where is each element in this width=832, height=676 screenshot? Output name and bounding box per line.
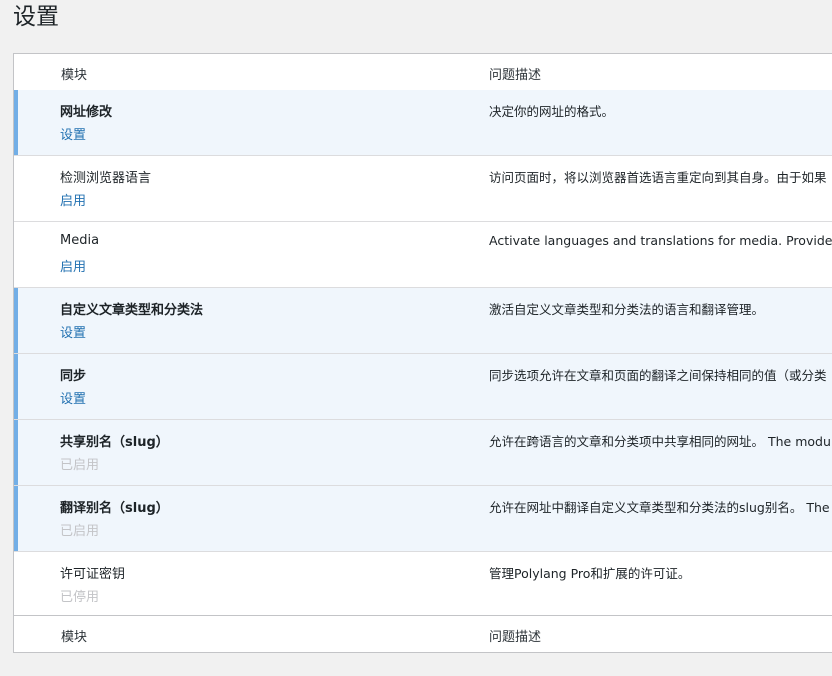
table-row: 许可证密钥 已停用 管理Polylang Pro和扩展的许可证。 xyxy=(14,552,832,618)
table-header: 模块 问题描述 xyxy=(14,54,832,91)
table-footer: 模块 问题描述 xyxy=(14,615,832,652)
table-row: Media 启用 Activate languages and translat… xyxy=(14,222,832,288)
module-name: 同步 xyxy=(60,369,87,384)
module-description: 管理Polylang Pro和扩展的许可证。 xyxy=(489,566,691,581)
module-action-link[interactable]: 启用 xyxy=(60,190,86,209)
module-action-link[interactable]: 设置 xyxy=(60,322,86,341)
module-description: 同步选项允许在文章和页面的翻译之间保持相同的值（或分类 xyxy=(489,368,827,383)
module-status-label: 已启用 xyxy=(60,524,100,539)
module-name: 网址修改 xyxy=(60,105,113,120)
module-name: 共享别名（slug） xyxy=(60,435,169,450)
module-description: Activate languages and translations for … xyxy=(489,233,832,248)
table-row: 共享别名（slug） 已启用 允许在跨语言的文章和分类项中共享相同的网址。 Th… xyxy=(14,420,832,486)
module-description: 允许在跨语言的文章和分类项中共享相同的网址。 The modu xyxy=(489,434,831,449)
column-footer-description[interactable]: 问题描述 xyxy=(489,626,541,645)
table-row: 检测浏览器语言 启用 访问页面时，将以浏览器首选语言重定向到其自身。由于如果 xyxy=(14,156,832,222)
module-status-label: 已启用 xyxy=(60,458,100,473)
module-description: 激活自定义文章类型和分类法的语言和翻译管理。 xyxy=(489,302,765,317)
column-footer-module[interactable]: 模块 xyxy=(61,626,87,645)
table-row: 翻译别名（slug） 已启用 允许在网址中翻译自定义文章类型和分类法的slug别… xyxy=(14,486,832,552)
module-name: 翻译别名（slug） xyxy=(60,501,169,516)
module-name: Media xyxy=(60,233,100,248)
module-description: 访问页面时，将以浏览器首选语言重定向到其自身。由于如果 xyxy=(489,170,827,185)
module-action-link[interactable]: 设置 xyxy=(60,124,86,143)
modules-table: 模块 问题描述 网址修改 设置 决定你的网址的格式。 检测浏览器语言 启用 访问… xyxy=(13,53,832,653)
module-name: 自定义文章类型和分类法 xyxy=(60,303,204,318)
module-status-label: 已停用 xyxy=(60,590,100,605)
column-header-module[interactable]: 模块 xyxy=(61,64,87,83)
table-row: 同步 设置 同步选项允许在文章和页面的翻译之间保持相同的值（或分类 xyxy=(14,354,832,420)
table-row: 网址修改 设置 决定你的网址的格式。 xyxy=(14,90,832,156)
module-description: 决定你的网址的格式。 xyxy=(489,104,615,119)
table-row: 自定义文章类型和分类法 设置 激活自定义文章类型和分类法的语言和翻译管理。 xyxy=(14,288,832,354)
module-action-link[interactable]: 设置 xyxy=(60,388,86,407)
module-description: 允许在网址中翻译自定义文章类型和分类法的slug别名。 The xyxy=(489,500,830,515)
page-title: 设置 xyxy=(13,4,59,30)
module-name: 检测浏览器语言 xyxy=(60,171,152,186)
column-header-description[interactable]: 问题描述 xyxy=(489,64,541,83)
module-name: 许可证密钥 xyxy=(60,567,126,582)
module-action-link[interactable]: 启用 xyxy=(60,256,86,275)
